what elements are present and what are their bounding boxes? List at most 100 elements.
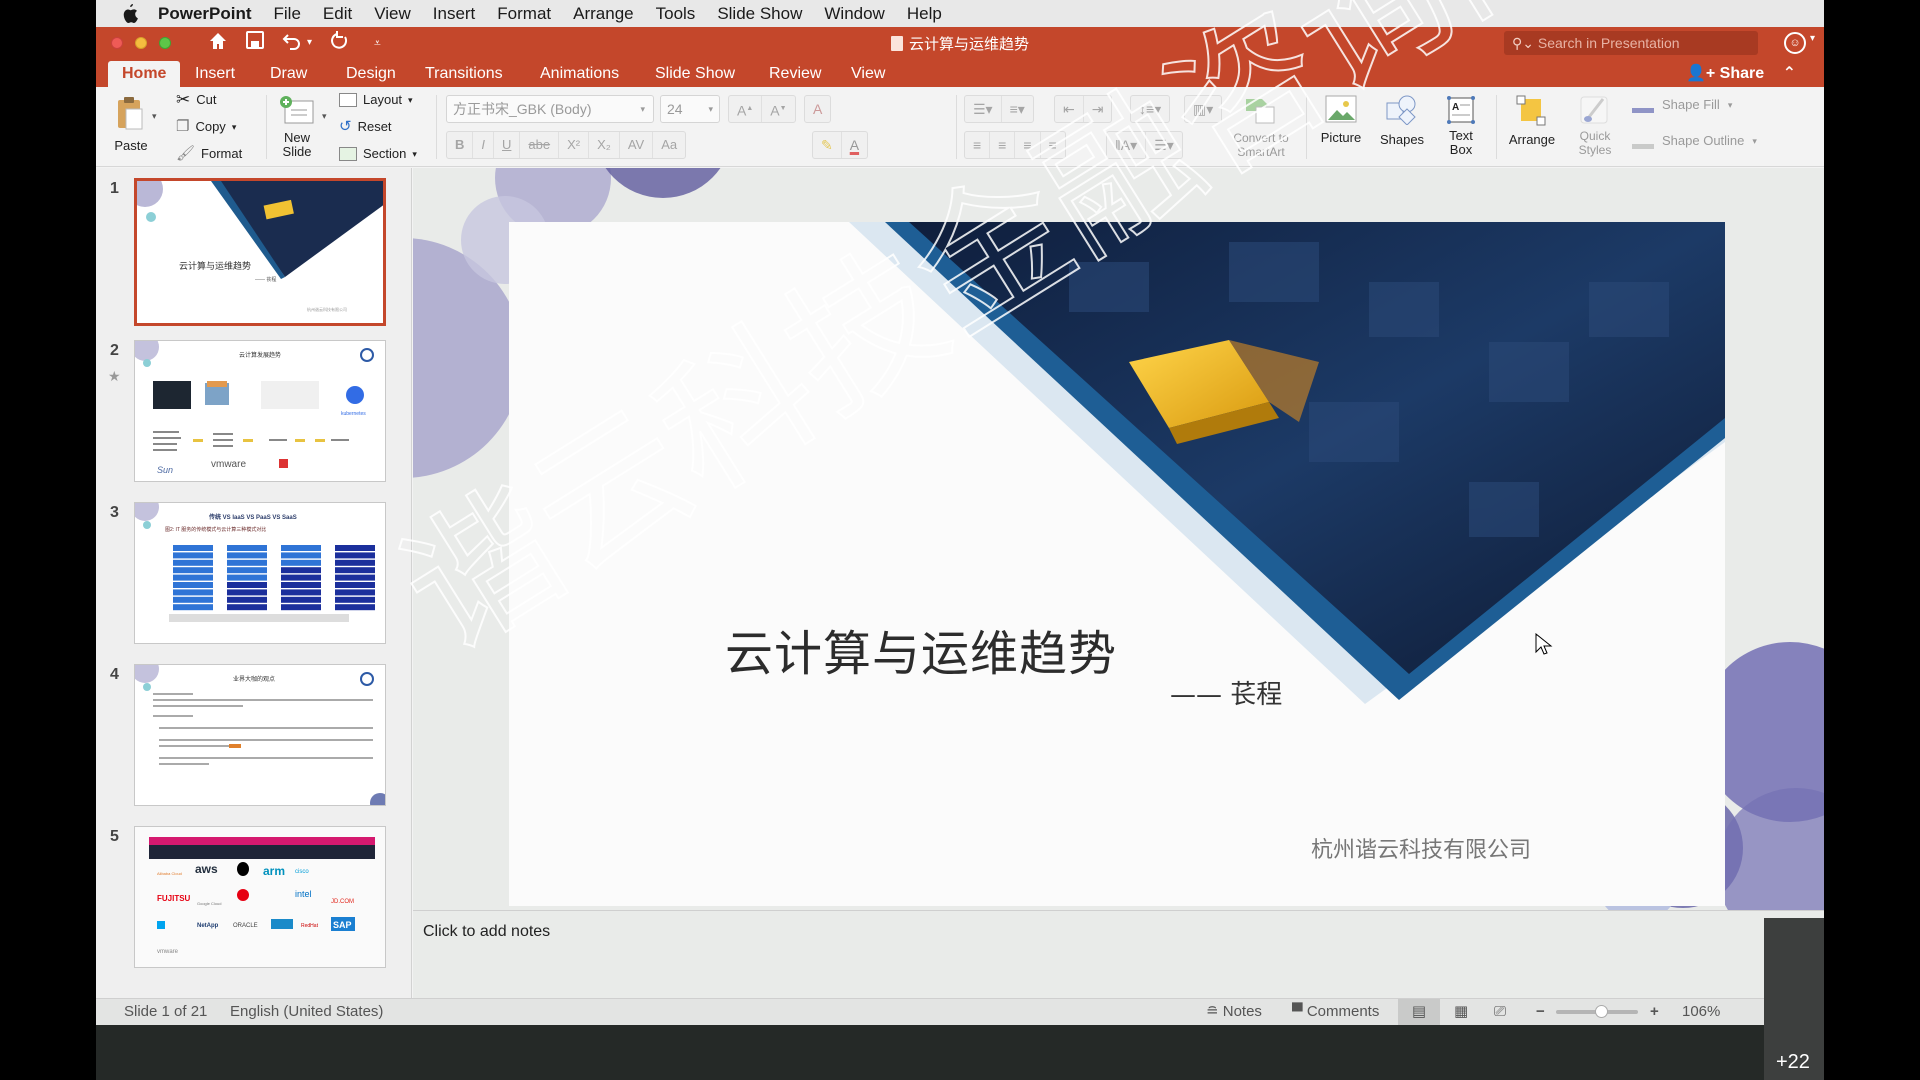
thumbnail-slide-5[interactable]: Alibaba Cloud aws arm cisco FUJITSU Goog…: [134, 826, 386, 968]
justify-button[interactable]: ≡: [1041, 132, 1065, 158]
arrange-button[interactable]: Arrange: [1502, 95, 1562, 147]
decrease-font-size-button[interactable]: A▼: [762, 96, 794, 122]
bullets-button[interactable]: ☰▾: [965, 96, 1002, 122]
paragraph-list-group: ☰▾ ≡▾: [964, 95, 1034, 123]
tab-design[interactable]: Design: [332, 61, 410, 87]
reset-button[interactable]: ↺ Reset: [339, 119, 392, 134]
menu-slide-show[interactable]: Slide Show: [717, 4, 802, 24]
tab-home[interactable]: Home: [108, 61, 181, 87]
slide-sorter-view-button[interactable]: ▦: [1454, 999, 1468, 1025]
menu-app-name[interactable]: PowerPoint: [158, 4, 252, 24]
reset-label: Reset: [357, 119, 392, 134]
zoom-out-button[interactable]: −: [1536, 999, 1545, 1025]
zoom-slider[interactable]: [1556, 1005, 1638, 1018]
quick-styles-button[interactable]: Quick Styles: [1568, 95, 1622, 157]
shapes-button[interactable]: Shapes: [1374, 95, 1430, 147]
zoom-in-button[interactable]: +: [1650, 999, 1659, 1025]
columns-button[interactable]: ▥▾: [1184, 95, 1223, 123]
menu-window[interactable]: Window: [824, 4, 884, 24]
text-box-label: Text Box: [1449, 128, 1473, 157]
new-slide-dropdown-icon[interactable]: ▾: [322, 111, 327, 122]
menu-help[interactable]: Help: [907, 4, 942, 24]
format-painter-button[interactable]: 🖌 Format: [176, 146, 242, 161]
font-color-button[interactable]: A: [842, 132, 867, 158]
slide-title[interactable]: 云计算与运维趋势: [725, 614, 1117, 684]
comments-button[interactable]: ▀ Comments: [1292, 999, 1379, 1025]
character-spacing-button[interactable]: AV: [620, 132, 654, 158]
current-slide[interactable]: 云计算与运维趋势 —— 苌程 杭州谐云科技有限公司: [509, 222, 1725, 906]
notes-placeholder[interactable]: Click to add notes: [423, 923, 550, 941]
convert-to-smartart-button[interactable]: Convert to SmartArt: [1226, 95, 1296, 159]
underline-button[interactable]: U: [494, 132, 521, 158]
new-slide-button[interactable]: New Slide: [272, 95, 322, 159]
search-in-presentation-input[interactable]: ⚲⌄ Search in Presentation: [1504, 31, 1758, 55]
slide-company-name[interactable]: 杭州谐云科技有限公司: [1311, 832, 1531, 864]
paste-button[interactable]: Paste: [106, 95, 156, 153]
superscript-button[interactable]: X²: [559, 132, 590, 158]
slide-subtitle[interactable]: —— 苌程: [1170, 674, 1282, 711]
picture-button[interactable]: Picture: [1314, 95, 1368, 145]
font-name-select[interactable]: 方正书宋_GBK (Body) ▾: [446, 95, 654, 123]
decrease-indent-button[interactable]: ⇤: [1055, 96, 1084, 122]
tab-animations[interactable]: Animations: [526, 61, 633, 87]
text-box-button[interactable]: A Text Box: [1434, 95, 1488, 157]
text-direction-button[interactable]: ‖A▾: [1107, 132, 1147, 158]
thumbnail-slide-4[interactable]: 业界大咖的观点: [134, 664, 386, 806]
subscript-button[interactable]: X₂: [589, 132, 620, 158]
align-text-button[interactable]: ☰▾: [1146, 132, 1182, 158]
highlight-color-button[interactable]: ✎: [813, 132, 842, 158]
bold-button[interactable]: B: [447, 132, 474, 158]
language-indicator[interactable]: English (United States): [230, 999, 383, 1025]
apple-logo-icon[interactable]: [120, 4, 140, 24]
align-center-button[interactable]: ≡: [990, 132, 1016, 158]
tab-transitions[interactable]: Transitions: [411, 61, 517, 87]
copy-button[interactable]: ❐ Copy ▾: [176, 119, 236, 134]
tab-draw[interactable]: Draw: [256, 61, 321, 87]
quick-styles-icon: [1580, 96, 1608, 124]
shape-outline-button[interactable]: Shape Outline ▾: [1632, 133, 1757, 149]
menu-file[interactable]: File: [274, 4, 301, 24]
thumbnail-slide-1[interactable]: 云计算与运维趋势 —— 苌程 杭州谐云科技有限公司: [134, 178, 386, 326]
tab-view[interactable]: View: [837, 61, 899, 87]
change-case-button[interactable]: Aa: [653, 132, 685, 158]
notes-toggle-button[interactable]: ≘ Notes: [1206, 999, 1262, 1025]
menu-view[interactable]: View: [374, 4, 411, 24]
tab-slide-show[interactable]: Slide Show: [641, 61, 749, 87]
clear-formatting-button[interactable]: A: [804, 95, 832, 123]
menu-insert[interactable]: Insert: [433, 4, 476, 24]
share-button[interactable]: 👤+ Share ⌃: [1686, 61, 1796, 87]
paste-dropdown-icon[interactable]: ▾: [152, 111, 157, 122]
increase-font-size-button[interactable]: A▲: [729, 96, 763, 122]
thumbnail-slide-2[interactable]: 云计算发展趋势 kubernetes Sun vmware: [134, 340, 386, 482]
paint-bucket-icon: [1632, 97, 1654, 113]
zoom-slider-handle[interactable]: [1595, 1005, 1609, 1018]
align-right-button[interactable]: ≡: [1015, 132, 1041, 158]
menu-edit[interactable]: Edit: [323, 4, 352, 24]
zoom-percentage[interactable]: 106%: [1682, 999, 1720, 1025]
font-name-value: 方正书宋_GBK (Body): [453, 101, 592, 117]
tab-insert[interactable]: Insert: [181, 61, 249, 87]
layout-button[interactable]: Layout ▾: [339, 93, 413, 107]
menu-format[interactable]: Format: [497, 4, 551, 24]
italic-button[interactable]: I: [473, 132, 495, 158]
menu-tools[interactable]: Tools: [656, 4, 696, 24]
line-spacing-button[interactable]: ↕≡▾: [1130, 95, 1171, 123]
collapse-ribbon-icon[interactable]: ⌃: [1783, 65, 1796, 82]
feedback-dropdown-icon[interactable]: ▾: [1810, 33, 1815, 44]
cut-button[interactable]: ✂ Cut: [176, 91, 216, 108]
align-left-button[interactable]: ≡: [965, 132, 991, 158]
feedback-smiley-icon[interactable]: ☺: [1784, 32, 1806, 54]
presenter-view-button[interactable]: ⎚: [1494, 999, 1506, 1025]
normal-view-button[interactable]: ▤: [1398, 999, 1440, 1025]
numbering-button[interactable]: ≡▾: [1002, 96, 1033, 122]
table-cell: [173, 596, 213, 603]
section-button[interactable]: Section ▾: [339, 147, 417, 161]
tab-review[interactable]: Review: [755, 61, 835, 87]
thumbnail-slide-3[interactable]: 传统 VS IaaS VS PaaS VS SaaS 图2: IT 服务的传统模…: [134, 502, 386, 644]
font-size-select[interactable]: 24 ▾: [660, 95, 720, 123]
shape-fill-button[interactable]: Shape Fill ▾: [1632, 97, 1732, 113]
notes-pane[interactable]: Click to add notes: [413, 910, 1824, 998]
increase-indent-button[interactable]: ⇥: [1084, 96, 1112, 122]
strikethrough-button[interactable]: abe: [520, 132, 560, 158]
menu-arrange[interactable]: Arrange: [573, 4, 633, 24]
